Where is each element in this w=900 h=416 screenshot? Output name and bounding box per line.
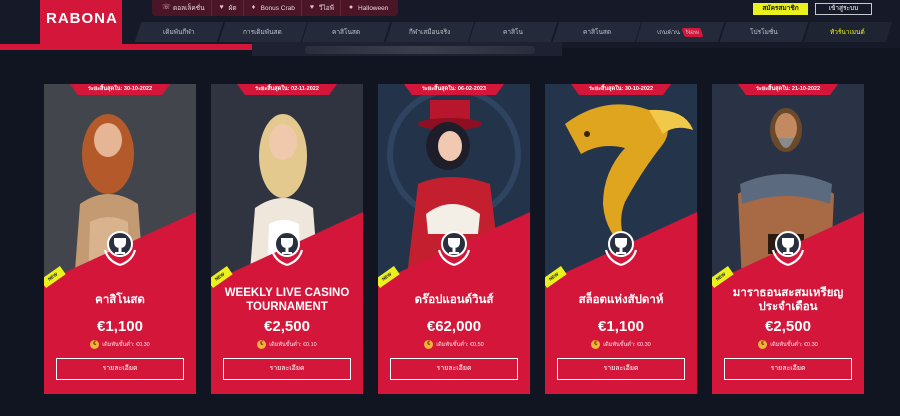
min-bet: € เดิมพันขั้นต่ำ: €0.50 (378, 340, 530, 349)
quick-links-bar: ☏ ดอลเล็คชั่น ♥ ผัด ♦ Bonus Crab ♥ วีไอพ… (152, 0, 399, 16)
card-title: คาสิโนสด (95, 294, 145, 306)
end-date-tag: ระยะสิ้นสุดใน: 30-10-2022 (571, 84, 671, 95)
trophy-laurel-icon (771, 231, 805, 267)
phone-icon: ☏ (162, 4, 171, 11)
min-bet-label: เดิมพันขั้นต่ำ: €0.10 (269, 341, 317, 348)
nav-label: การเดิมพันสด (242, 29, 282, 36)
coin-icon: € (758, 340, 768, 349)
tournament-card: ระยะสิ้นสุดใน: 30-10-2022 NEW สล็อตแห่งส… (545, 84, 697, 394)
nav-label: เดิมพันกีฬา (163, 29, 195, 36)
nav-label: โปรโมชั่น (749, 29, 778, 36)
quick-link-label: วีไอพี (318, 5, 334, 12)
nav-casino[interactable]: คาสิโน (469, 22, 560, 42)
trophy-laurel-icon (270, 231, 304, 267)
signup-button[interactable]: สมัครสมาชิก (753, 3, 808, 15)
nav-label: ทัวร์นาเมนต์ (829, 29, 865, 36)
new-badge: New (682, 27, 705, 37)
quick-link-halloween[interactable]: ● Halloween (341, 0, 394, 16)
nav-virtual-sports[interactable]: กีฬาเสมือนจริง (385, 22, 476, 42)
min-bet: € เดิมพันขั้นต่ำ: €0.30 (712, 340, 864, 349)
nav-label: กีฬาเสมือนจริง (408, 29, 451, 36)
nav-label: คาสิโน (503, 29, 523, 36)
min-bet-label: เดิมพันขั้นต่ำ: €0.50 (436, 341, 484, 348)
card-title: มาราธอนสะสมเหรียญประจำเดือน (732, 287, 844, 313)
trophy-laurel-icon (103, 231, 137, 267)
tournament-card: ระยะสิ้นสุดใน: 21-10-2022 NEW มาราธอนสะส… (712, 84, 864, 394)
quick-link-label: ดอลเล็คชั่น (173, 5, 205, 12)
quick-link-label: Halloween (358, 4, 389, 12)
tournament-card: ระยะสิ้นสุดใน: 06-02-2023 NEW ดร๊อปแอนด์… (378, 84, 530, 394)
coin-icon: € (90, 340, 100, 349)
prize-amount: €2,500 (264, 318, 310, 335)
nav-label: คาสิโนสด (582, 29, 611, 36)
heart-icon: ♥ (309, 4, 314, 11)
nav-label-wrap: เกมด่วน New (656, 27, 705, 37)
tournament-card: ระยะสิ้นสุดใน: 30-10-2022 NEW คาสิโนสด €… (44, 84, 196, 394)
min-bet-label: เดิมพันขั้นต่ำ: €0.30 (770, 341, 818, 348)
card-title: สล็อตแห่งสัปดาห์ (578, 294, 664, 306)
bonus-crab-icon: ♦ (251, 4, 256, 11)
coin-icon: € (257, 340, 267, 349)
details-button[interactable]: รายละเอียด (56, 358, 184, 380)
prize-amount: €1,100 (97, 318, 143, 335)
tournament-card: ระยะสิ้นสุดใน: 02-11-2022 NEW WEEKLY LIV… (211, 84, 363, 394)
nav-label: คาสิโนสด (331, 29, 360, 36)
quick-link-label: Bonus Crab (260, 4, 295, 12)
details-button[interactable]: รายละเอียด (223, 358, 351, 380)
nav-live-casino[interactable]: คาสิโนสด (301, 22, 392, 42)
end-date-tag: ระยะสิ้นสุดใน: 21-10-2022 (738, 84, 838, 95)
quick-link-gift[interactable]: ♥ ผัด (212, 0, 244, 16)
card-title: WEEKLY LIVE CASINO TOURNAMENT (224, 287, 350, 313)
main-nav: เดิมพันกีฬา การเดิมพันสด คาสิโนสด กีฬาเส… (134, 22, 894, 42)
trophy-laurel-icon (604, 231, 638, 267)
end-date-tag: ระยะสิ้นสุดใน: 06-02-2023 (404, 84, 504, 95)
prize-amount: €2,500 (765, 318, 811, 335)
quick-link-bonus-crab[interactable]: ♦ Bonus Crab (244, 0, 302, 16)
logo[interactable]: RABONA (46, 10, 118, 27)
quick-link-collection[interactable]: ☏ ดอลเล็คชั่น (156, 0, 212, 16)
quick-link-vip[interactable]: ♥ วีไอพี (302, 0, 341, 16)
min-bet-label: เดิมพันขั้นต่ำ: €0.30 (102, 341, 150, 348)
trophy-laurel-icon (437, 231, 471, 267)
prize-amount: €62,000 (426, 318, 482, 335)
tournament-cards: ระยะสิ้นสุดใน: 30-10-2022 NEW คาสิโนสด €… (44, 84, 892, 394)
nav-tournaments[interactable]: ทัวร์นาเมนต์ (803, 22, 894, 42)
gift-icon: ♥ (219, 4, 224, 11)
nav-label: เกมด่วน (656, 29, 682, 36)
min-bet-label: เดิมพันขั้นต่ำ: €0.30 (603, 341, 651, 348)
min-bet: € เดิมพันขั้นต่ำ: €0.30 (545, 340, 697, 349)
login-button[interactable]: เข้าสู่ระบบ (815, 3, 872, 15)
min-bet: € เดิมพันขั้นต่ำ: €0.10 (211, 340, 363, 349)
min-bet: € เดิมพันขั้นต่ำ: €0.30 (44, 340, 196, 349)
nav-quick-games[interactable]: เกมด่วน New (636, 22, 727, 42)
nav-live-casino-2[interactable]: คาสิโนสด (552, 22, 643, 42)
prize-amount: €1,100 (598, 318, 644, 335)
coin-icon: € (424, 340, 434, 349)
details-button[interactable]: รายละเอียด (724, 358, 852, 380)
brand-stripe (0, 44, 252, 50)
details-button[interactable]: รายละเอียด (390, 358, 518, 380)
end-date-tag: ระยะสิ้นสุดใน: 30-10-2022 (70, 84, 170, 95)
hero-banner-image (305, 46, 535, 54)
quick-link-label: ผัด (228, 5, 237, 12)
nav-live-betting[interactable]: การเดิมพันสด (218, 22, 309, 42)
card-title: ดร๊อปแอนด์วินส์ (414, 294, 494, 306)
details-button[interactable]: รายละเอียด (557, 358, 685, 380)
nav-sports[interactable]: เดิมพันกีฬา (134, 22, 225, 42)
coin-icon: € (591, 340, 601, 349)
nav-promotions[interactable]: โปรโมชั่น (719, 22, 810, 42)
end-date-tag: ระยะสิ้นสุดใน: 02-11-2022 (237, 84, 337, 95)
pumpkin-icon: ● (348, 4, 354, 11)
